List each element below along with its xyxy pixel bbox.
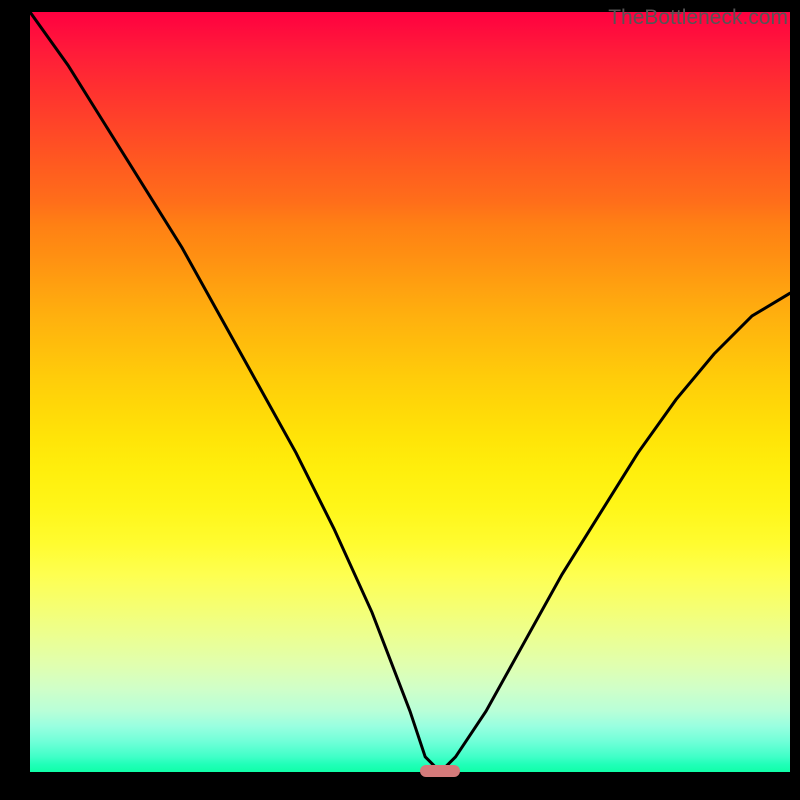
optimal-marker — [420, 765, 460, 777]
bottleneck-curve — [30, 12, 790, 772]
chart-container: TheBottleneck.com — [0, 0, 800, 800]
watermark-text: TheBottleneck.com — [608, 6, 788, 30]
plot-area — [30, 12, 790, 772]
